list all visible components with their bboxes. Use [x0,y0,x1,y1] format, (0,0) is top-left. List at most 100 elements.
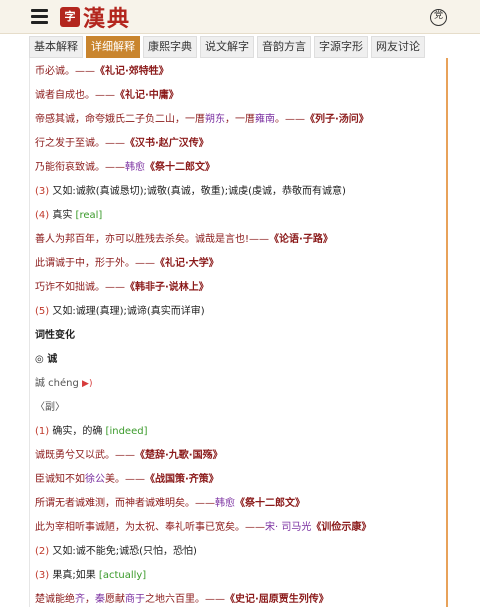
source-title[interactable]: 《祭十二郎文》 [235,498,305,509]
menu-icon[interactable] [31,9,48,24]
quote-line: 楚诚能绝齐，秦愿献商于之地六百里。——《史记·屈原贾生列传》 [35,593,329,607]
tab-detailed[interactable]: 详细解释 [86,36,140,58]
place-name: 朔东 [205,114,225,125]
quote-text: 巧诈不如拙诚。 [35,282,105,293]
source-title[interactable]: 《祭十二郎文》 [145,162,215,173]
quote-text: 美。 [105,474,125,485]
sense-text: 果真;如果 [52,570,96,581]
sense-number: (2) [35,546,50,557]
dash: —— [245,522,265,533]
dash: —— [135,258,155,269]
dash: —— [75,66,95,77]
quote-text: 善人为邦百年，亦可以胜残去杀矣。诚哉是言也! [35,234,250,245]
sense-number: (3) [35,570,50,581]
pronunciation-line: 誠 chéng ▶) [35,377,92,391]
tab-shuowen[interactable]: 说文解字 [200,36,254,58]
quote-text: 行之发于至诚。 [35,138,105,149]
pinyin-text: 誠 chéng [35,378,79,389]
quote-text: 乃能衔哀致诚。 [35,162,105,173]
quote-text: 臣诚知不如 [35,474,85,485]
quote-text: 楚诚能绝 [35,594,75,605]
quote-line: 行之发于至诚。——《汉书·赵广汉传》 [35,137,209,151]
author-name: 韩愈 [125,162,145,173]
quote-line: 帝感其诚，命夸娥氏二子负二山，一厝朔东，一厝雍南。——《列子·汤问》 [35,113,369,127]
sense-text: 又如:诚款(真诚恳切);诚敬(真诚，敬重);诚虔(虔诚，恭敬而有诚意) [52,186,346,197]
quote-line: 此谓诚于中，形于外。——《礼记·大学》 [35,257,219,271]
logo-text: 漢典 [83,5,132,32]
quote-text: 帝感其诚，命夸娥氏二子负二山，一厝 [35,114,205,125]
sense-line: (2) 又如:诚不能免;诚恐(只怕，恐怕) [35,545,197,559]
user-icon[interactable]: 党 [430,9,447,26]
source-title[interactable]: 《史记·屈原贾生列传》 [225,594,329,605]
tab-bar: 基本解释 详细解释 康熙字典 说文解字 音韵方言 字源字形 网友讨论 [29,36,428,58]
quote-line: 善人为邦百年，亦可以胜残去杀矣。诚哉是言也!——《论语·子路》 [35,233,333,247]
source-title[interactable]: 《论语·子路》 [269,234,333,245]
tab-basic[interactable]: 基本解释 [29,36,83,58]
dash: —— [205,594,225,605]
english-gloss: [actually] [98,570,147,581]
quote-text: 币必诚。 [35,66,75,77]
dash: —— [249,234,270,245]
place-name: 秦 [95,594,105,605]
source-title[interactable]: 《韩非子·说林上》 [125,282,209,293]
author-name: 韩愈 [215,498,235,509]
sense-number: (1) [35,426,50,437]
quote-text: 此谓诚于中，形于外。 [35,258,135,269]
english-gloss: [real] [75,210,103,221]
tab-etymology[interactable]: 字源字形 [314,36,368,58]
tab-kangxi[interactable]: 康熙字典 [143,36,197,58]
dash: —— [105,162,125,173]
source-title[interactable]: 《礼记·大学》 [155,258,219,269]
place-name: 齐 [75,594,85,605]
sense-text: 又如:诚不能免;诚恐(只怕，恐怕) [52,546,197,557]
author-name: 宋· 司马光 [265,522,312,533]
english-gloss: [indeed] [105,426,148,437]
quote-text: 诚者自成也。 [35,90,95,101]
definition-content: 币必诚。——《礼记·郊特牲》 诚者自成也。——《礼记·中庸》 帝感其诚，命夸娥氏… [29,58,448,607]
source-title[interactable]: 《战国策·齐策》 [145,474,219,485]
dash: —— [125,474,145,485]
quote-line: 诚既勇兮又以武。——《楚辞·九歌·国殇》 [35,449,223,463]
speaker-icon[interactable]: ▶) [82,379,92,389]
quote-text: ，一厝 [225,114,255,125]
sense-number: (4) [35,210,50,221]
quote-line: 巧诈不如拙诚。——《韩非子·说林上》 [35,281,209,295]
sense-number: (5) [35,306,50,317]
tab-discussion[interactable]: 网友讨论 [371,36,425,58]
place-name: 雍南 [255,114,275,125]
quote-line: 乃能衔哀致诚。——韩愈《祭十二郎文》 [35,161,215,175]
dash: —— [105,138,125,149]
sense-line: (3) 又如:诚款(真诚恳切);诚敬(真诚，敬重);诚虔(虔诚，恭敬而有诚意) [35,185,346,199]
source-title[interactable]: 《楚辞·九歌·国殇》 [135,450,223,461]
sense-text: 确实，的确 [52,426,103,437]
sense-text: 又如:诚理(真理);诚谛(真实而详审) [52,306,205,317]
quote-text: 。 [275,114,285,125]
sense-number: (3) [35,186,50,197]
source-title[interactable]: 《汉书·赵广汉传》 [125,138,209,149]
site-logo[interactable]: 字 漢典 [60,3,132,32]
app-header: 字 漢典 党 [0,0,480,34]
place-name: 商于 [125,594,145,605]
sense-line: (4) 真实 [real] [35,209,102,223]
dash: —— [195,498,215,509]
sense-line: (5) 又如:诚理(真理);诚谛(真实而详审) [35,305,205,319]
quote-line: 诚者自成也。——《礼记·中庸》 [35,89,179,103]
quote-text: 诚既勇兮又以武。 [35,450,115,461]
source-title[interactable]: 《训俭示康》 [311,522,371,533]
headword-label: ◎ 诚 [35,354,58,365]
section-heading: 词性变化 [35,330,75,341]
quote-text: ， [85,594,95,605]
quote-line: 此为宰相听事诚陋，为太祝、奉礼听事已宽矣。——宋· 司马光《训俭示康》 [35,521,371,535]
logo-seal: 字 [60,6,80,27]
dash: —— [95,90,115,101]
part-of-speech: 〈副〉 [35,402,65,413]
source-title[interactable]: 《礼记·郊特牲》 [95,66,169,77]
person-name: 徐公 [85,474,105,485]
dash: —— [105,282,125,293]
dash: —— [285,114,305,125]
tab-phonology[interactable]: 音韵方言 [257,36,311,58]
quote-text: 之地六百里。 [145,594,205,605]
sense-text: 真实 [52,210,73,221]
source-title[interactable]: 《礼记·中庸》 [115,90,179,101]
source-title[interactable]: 《列子·汤问》 [305,114,369,125]
